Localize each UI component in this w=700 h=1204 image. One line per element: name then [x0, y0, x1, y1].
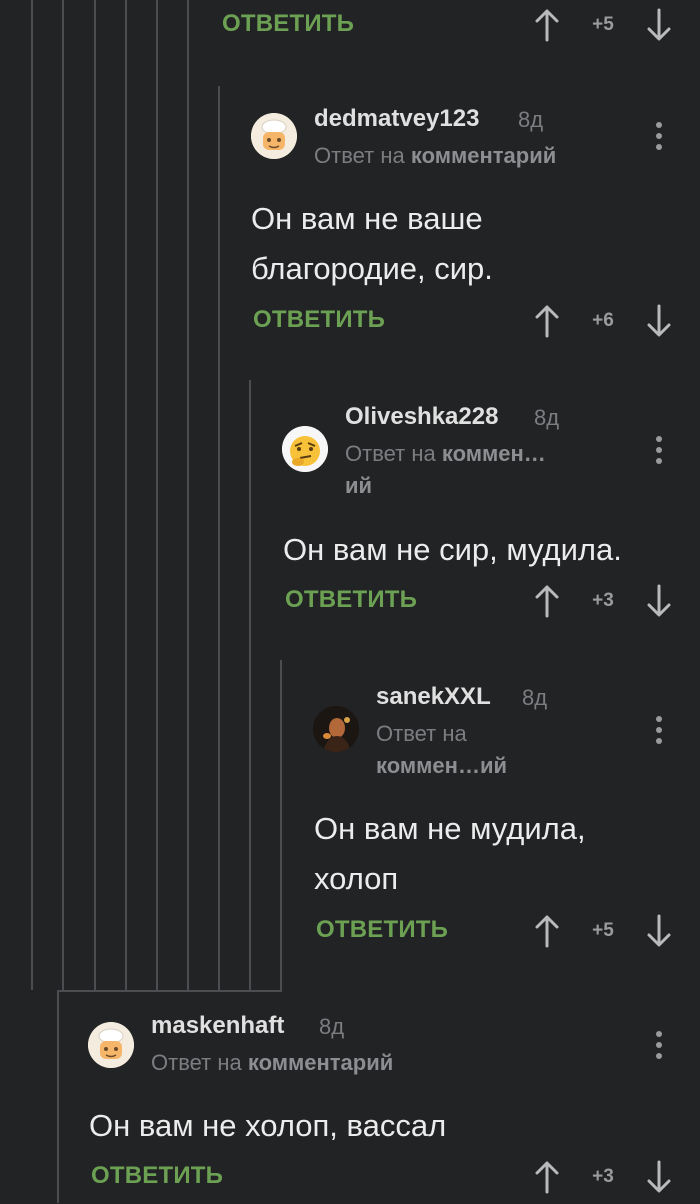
- score: +5: [592, 14, 614, 35]
- thread-line: [249, 380, 251, 990]
- reply-to: ий: [345, 470, 372, 502]
- reply-to-link[interactable]: комментарий: [248, 1050, 393, 1075]
- avatar[interactable]: [251, 113, 297, 159]
- reply-button[interactable]: ОТВЕТИТЬ: [285, 586, 417, 614]
- upvote-icon[interactable]: [534, 584, 560, 618]
- author-name[interactable]: maskenhaft: [151, 1012, 284, 1040]
- comment-time: 8д: [522, 685, 548, 710]
- thread-line: [125, 0, 127, 990]
- reply-to: коммен…ий: [376, 750, 507, 782]
- comment-actions: ОТВЕТИТЬ +6: [253, 298, 683, 348]
- downvote-icon[interactable]: [646, 304, 672, 338]
- reply-to-prefix: Ответ на: [376, 721, 467, 746]
- reply-to-link[interactable]: ий: [345, 473, 372, 498]
- avatar[interactable]: [88, 1022, 134, 1068]
- comment-time: 8д: [319, 1014, 345, 1039]
- photo-avatar-icon: [313, 706, 359, 752]
- upvote-icon[interactable]: [534, 914, 560, 948]
- reply-to: Ответ на комментарий: [314, 140, 556, 172]
- thread-line: [94, 0, 96, 990]
- reply-to-prefix: Ответ на: [151, 1050, 242, 1075]
- score: +5: [592, 920, 614, 941]
- reply-to-link[interactable]: комментарий: [411, 143, 556, 168]
- reply-to-prefix: Ответ на: [345, 441, 436, 466]
- score: +6: [592, 310, 614, 331]
- reply-button[interactable]: ОТВЕТИТЬ: [316, 916, 448, 944]
- thread-line: [57, 990, 282, 992]
- chef-avatar-icon: [251, 113, 297, 159]
- upvote-icon[interactable]: [534, 8, 560, 42]
- score: +3: [592, 590, 614, 611]
- downvote-icon[interactable]: [646, 1160, 672, 1194]
- thread-line: [62, 0, 64, 990]
- downvote-icon[interactable]: [646, 584, 672, 618]
- reply-button[interactable]: ОТВЕТИТЬ: [253, 306, 385, 334]
- upvote-icon[interactable]: [534, 1160, 560, 1194]
- thread-line: [57, 990, 59, 1203]
- downvote-icon[interactable]: [646, 914, 672, 948]
- comment-actions: ОТВЕТИТЬ +5: [316, 908, 686, 958]
- more-options-icon[interactable]: [654, 1029, 664, 1061]
- comment-text: Он вам не ваше благородие, сир.: [251, 201, 493, 286]
- comment-actions: ОТВЕТИТЬ +3: [285, 578, 685, 628]
- comment-time: 8д: [518, 107, 544, 132]
- reply-to: Ответ на коммен…: [345, 438, 546, 470]
- more-options-icon[interactable]: [654, 120, 664, 152]
- comment-text: Он вам не мудила, холоп: [314, 811, 586, 896]
- more-options-icon[interactable]: [654, 714, 664, 746]
- reply-to-link[interactable]: коммен…ий: [376, 753, 507, 778]
- thread-line: [218, 86, 220, 990]
- avatar[interactable]: [282, 426, 328, 472]
- author-name[interactable]: sanekXXL: [376, 683, 491, 711]
- downvote-icon[interactable]: [646, 8, 672, 42]
- thread-line: [31, 0, 33, 990]
- reply-to: Ответ на комментарий: [151, 1047, 393, 1079]
- comment-time: 8д: [534, 405, 560, 430]
- thread-line: [280, 660, 282, 992]
- comment-text: Он вам не сир, мудила.: [283, 532, 622, 567]
- thinking-emoji-avatar-icon: [282, 426, 328, 472]
- comment-actions: ОТВЕТИТЬ +5: [222, 0, 682, 50]
- author-name[interactable]: Oliveshka228: [345, 403, 498, 431]
- upvote-icon[interactable]: [534, 304, 560, 338]
- score: +3: [592, 1166, 614, 1187]
- more-options-icon[interactable]: [654, 434, 664, 466]
- reply-to: Ответ на: [376, 718, 467, 750]
- avatar[interactable]: [313, 706, 359, 752]
- reply-button[interactable]: ОТВЕТИТЬ: [91, 1162, 223, 1190]
- thread-line: [187, 0, 189, 990]
- author-name[interactable]: dedmatvey123: [314, 105, 479, 133]
- chef-avatar-icon: [88, 1022, 134, 1068]
- comment-actions: ОТВЕТИТЬ +3: [91, 1154, 686, 1204]
- reply-to-prefix: Ответ на: [314, 143, 405, 168]
- thread-line: [156, 0, 158, 990]
- comment-text: Он вам не холоп, вассал: [89, 1108, 447, 1143]
- reply-to-link[interactable]: коммен…: [442, 441, 546, 466]
- reply-button[interactable]: ОТВЕТИТЬ: [222, 10, 354, 38]
